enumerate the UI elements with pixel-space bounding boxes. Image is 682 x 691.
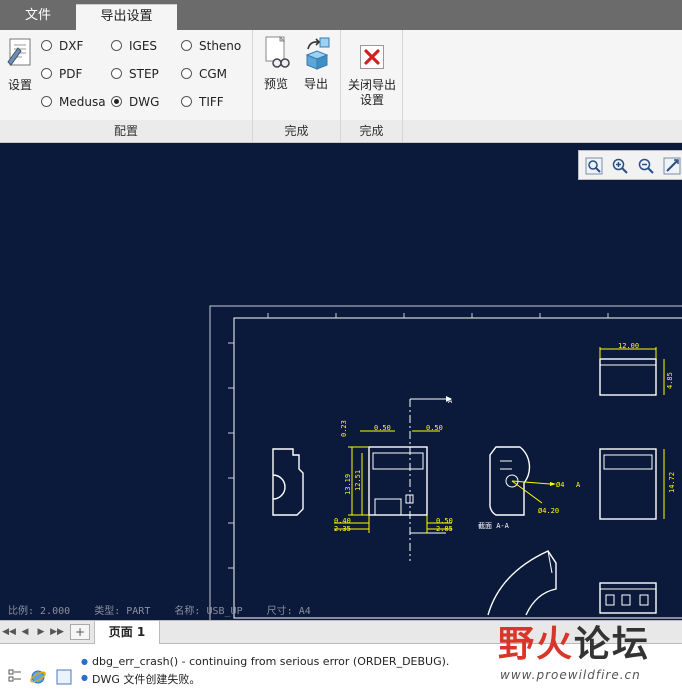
format-radio-dxf[interactable]: DXF xyxy=(41,37,83,55)
radio-dot xyxy=(181,40,192,51)
format-radio-iges[interactable]: IGES xyxy=(111,37,157,55)
group-label-config: 配置 xyxy=(0,120,252,142)
add-page-button[interactable]: + xyxy=(70,624,90,640)
first-page-icon[interactable]: ◀◀ xyxy=(2,625,16,639)
preview-icon xyxy=(265,35,290,68)
dim-label: 13.19 xyxy=(344,474,352,495)
close-export-settings-button[interactable]: 关闭导出 设置 xyxy=(344,44,400,108)
format-radio-step[interactable]: STEP xyxy=(111,65,159,83)
radio-dot-selected xyxy=(111,96,122,107)
format-radio-pdf[interactable]: PDF xyxy=(41,65,82,83)
page-tab-1[interactable]: 页面 1 xyxy=(94,621,160,644)
dim-label: Ø4.20 xyxy=(538,507,559,515)
format-radio-medusa[interactable]: Medusa xyxy=(41,93,106,111)
dim-label: 12.51 xyxy=(354,470,362,491)
preview-label: 预览 xyxy=(263,77,288,91)
format-radio-stheno[interactable]: Stheno xyxy=(181,37,241,55)
ribbon: 设置 DXF IGES Stheno PDF STEP CGM Medusa D… xyxy=(0,30,682,143)
tab-export-settings[interactable]: 导出设置 xyxy=(76,4,177,30)
dim-label: 2.85 xyxy=(436,525,453,533)
settings-button[interactable]: 设置 xyxy=(3,36,37,93)
tab-file[interactable]: 文件 xyxy=(0,4,76,30)
close-label-line1: 关闭导出 xyxy=(347,78,396,92)
message-line-2: DWG 文件创建失败。 xyxy=(81,671,200,687)
radio-dot xyxy=(111,40,122,51)
window-icon[interactable] xyxy=(56,669,72,685)
settings-label: 设置 xyxy=(7,78,32,92)
section-marker: A xyxy=(576,481,581,489)
dim-label: 0.50 xyxy=(374,424,391,432)
ribbon-tab-bar: 文件 导出设置 xyxy=(0,0,682,30)
dim-label: 0.23 xyxy=(340,420,348,437)
group-label-empty xyxy=(403,120,682,142)
radio-dot xyxy=(111,68,122,79)
dim-label: 12.00 xyxy=(618,342,639,350)
message-line-1: dbg_err_crash() - continuing from seriou… xyxy=(81,655,449,668)
export-label: 导出 xyxy=(303,77,328,91)
group-label-done-1: 完成 xyxy=(253,120,340,142)
dim-label: 0.50 xyxy=(426,424,443,432)
last-page-icon[interactable]: ▶▶ xyxy=(50,625,64,639)
drawing-sheet: 0.50 0.50 0.23 13.19 12.51 0.40 2.35 0.5… xyxy=(209,305,682,620)
close-icon xyxy=(360,45,384,69)
format-radio-tiff[interactable]: TIFF xyxy=(181,93,224,111)
prev-page-icon[interactable]: ◀ xyxy=(18,625,32,639)
dim-label: 0.40 xyxy=(334,517,351,525)
dim-label: 4.85 xyxy=(666,372,674,389)
section-label: 截面 A-A xyxy=(478,521,510,530)
next-page-icon[interactable]: ▶ xyxy=(34,625,48,639)
drawing-canvas[interactable]: 0.50 0.50 0.23 13.19 12.51 0.40 2.35 0.5… xyxy=(0,143,682,620)
dim-label: Ø4 xyxy=(556,481,564,489)
preview-button[interactable]: 预览 xyxy=(259,35,293,92)
browser-icon[interactable] xyxy=(30,669,46,685)
settings-icon xyxy=(7,38,31,66)
export-button[interactable]: 导出 xyxy=(299,35,333,92)
dim-label: 14.72 xyxy=(668,472,676,493)
tree-toggle-icon[interactable] xyxy=(8,669,22,683)
radio-dot xyxy=(181,96,192,107)
radio-dot xyxy=(41,68,52,79)
dim-label: 0.50 xyxy=(436,517,453,525)
close-label-line2: 设置 xyxy=(359,93,384,107)
dim-label: 2.35 xyxy=(334,525,351,533)
page-bar: ◀◀ ◀ ▶ ▶▶ + 页面 1 xyxy=(0,620,682,644)
export-icon xyxy=(305,37,330,70)
radio-dot xyxy=(181,68,192,79)
drawing-status-line: 比例: 2.000 类型: PART 名称: USB_UP 尺寸: A4 xyxy=(8,606,311,617)
section-marker: A xyxy=(448,397,453,405)
radio-dot xyxy=(41,40,52,51)
message-area: dbg_err_crash() - continuing from seriou… xyxy=(0,645,682,691)
format-radio-dwg[interactable]: DWG xyxy=(111,93,159,111)
format-radio-cgm[interactable]: CGM xyxy=(181,65,227,83)
radio-dot xyxy=(41,96,52,107)
group-label-done-2: 完成 xyxy=(341,120,402,142)
